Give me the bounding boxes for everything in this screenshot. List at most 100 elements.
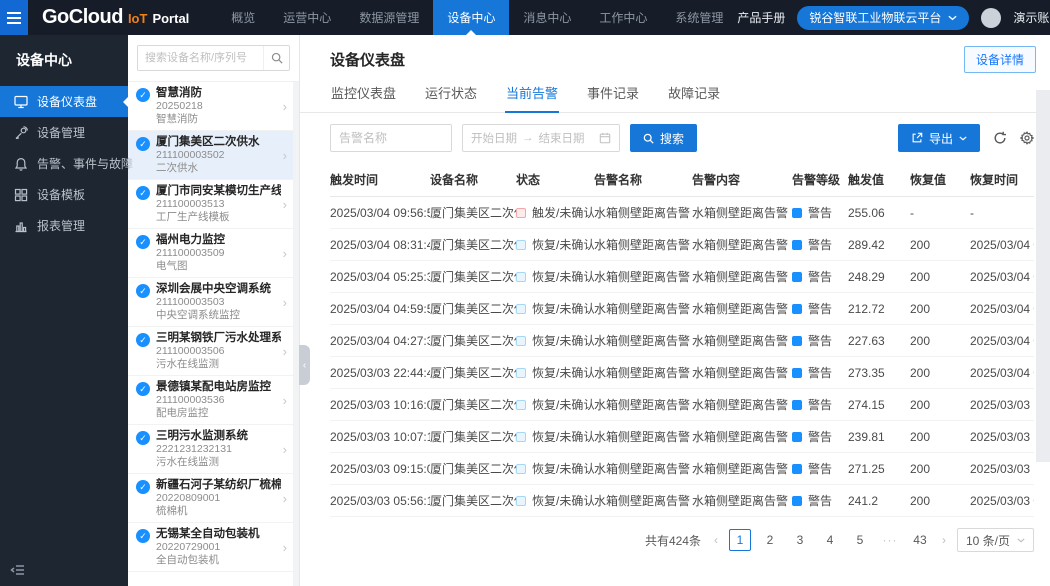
device-list-item[interactable]: ✓厦门集美区二次供水211100003502二次供水›	[128, 131, 293, 180]
level-square-icon	[792, 336, 802, 346]
device-list-item[interactable]: ✓福州电力监控211100003509电气图›	[128, 229, 293, 278]
device-info: 无锡某全自动包装机20220729001全自动包装机	[156, 527, 281, 567]
cell-alarm-level: 警告	[792, 325, 848, 357]
date-range-picker[interactable]: 开始日期 → 结束日期	[462, 124, 620, 152]
device-list-item[interactable]: ✓厦门市同安某模切生产线211100003513工厂生产线模板›	[128, 180, 293, 229]
tab-1[interactable]: 运行状态	[424, 80, 478, 113]
cell-trigger-value: 212.72	[848, 293, 910, 325]
sidebar-item-4[interactable]: 报表管理	[0, 210, 128, 241]
panel-collapse-handle[interactable]: ‹	[299, 345, 310, 385]
alarm-name-input[interactable]	[330, 124, 452, 152]
tab-2[interactable]: 当前告警	[505, 80, 559, 113]
check-circle-icon: ✓	[136, 333, 150, 347]
device-template: 配电房监控	[156, 407, 281, 420]
page-number-3[interactable]: 3	[789, 529, 811, 551]
page-size-select[interactable]: 10 条/页	[957, 528, 1034, 552]
nav-item-4[interactable]: 消息中心	[509, 0, 585, 35]
cell-trigger-time: 2025/03/04 04:27:37	[330, 325, 430, 357]
device-list-item[interactable]: ✓三明污水监测系统2221231232131污水在线监测›	[128, 425, 293, 474]
page-ellipsis[interactable]: ···	[879, 529, 901, 551]
table-row: 2025/03/03 09:15:08厦门集美区二次供水恢复/未确认水箱侧壁距离…	[330, 453, 1034, 485]
device-template: 工厂生产线模板	[156, 211, 281, 224]
nav-item-6[interactable]: 系统管理	[661, 0, 737, 35]
device-detail-button[interactable]: 设备详情	[964, 46, 1036, 73]
export-button[interactable]: 导出	[898, 124, 980, 152]
device-search-input[interactable]	[138, 46, 263, 70]
cell-alarm-level: 警告	[792, 421, 848, 453]
chevron-right-icon: ›	[281, 197, 289, 212]
cell-recover-time: 2025/03/03 10	[970, 453, 1034, 485]
cell-trigger-value: 227.63	[848, 325, 910, 357]
prev-page-button[interactable]: ‹	[711, 533, 721, 547]
status-square-icon	[516, 304, 526, 314]
sidebar-collapse-icon[interactable]	[10, 563, 26, 577]
column-header-2: 状态	[516, 163, 594, 197]
cell-trigger-time: 2025/03/03 10:07:13	[330, 421, 430, 453]
device-serial: 211100003509	[156, 247, 281, 260]
sidebar-item-1[interactable]: 设备管理	[0, 117, 128, 148]
device-list-item[interactable]: ✓新疆石河子某纺织厂梳棉机20220809001梳棉机›	[128, 474, 293, 523]
device-list-item[interactable]: ✓智慧消防20250218智慧消防›	[128, 82, 293, 131]
tab-4[interactable]: 故障记录	[667, 80, 721, 113]
navbar-right: 产品手册 锐谷智联工业物联云平台 演示账号	[737, 6, 1050, 30]
nav-item-5[interactable]: 工作中心	[585, 0, 661, 35]
page-number-2[interactable]: 2	[759, 529, 781, 551]
cell-alarm-name: 水箱侧壁距离告警	[594, 357, 692, 389]
search-button[interactable]: 搜索	[630, 124, 697, 152]
nav-item-1[interactable]: 运营中心	[269, 0, 345, 35]
level-text: 警告	[808, 462, 832, 476]
page-number-4[interactable]: 4	[819, 529, 841, 551]
cell-alarm-level: 警告	[792, 357, 848, 389]
next-page-button[interactable]: ›	[939, 533, 949, 547]
cell-device-name: 厦门集美区二次供水	[430, 485, 516, 517]
report-icon	[14, 219, 28, 233]
nav-item-0[interactable]: 概览	[217, 0, 269, 35]
level-square-icon	[792, 400, 802, 410]
device-list-item[interactable]: ✓深圳会展中央空调系统211100003503中央空调系统监控›	[128, 278, 293, 327]
sidebar-item-0[interactable]: 设备仪表盘	[0, 86, 128, 117]
product-manual-link[interactable]: 产品手册	[737, 9, 785, 26]
device-template: 污水在线监测	[156, 358, 281, 371]
page-number-1[interactable]: 1	[729, 529, 751, 551]
tab-0[interactable]: 监控仪表盘	[330, 80, 397, 113]
page-scrollbar[interactable]	[1036, 90, 1050, 462]
refresh-icon[interactable]	[993, 131, 1007, 145]
platform-selector[interactable]: 锐谷智联工业物联云平台	[797, 6, 969, 30]
cell-alarm-name: 水箱侧壁距离告警	[594, 261, 692, 293]
nav-item-3[interactable]: 设备中心	[433, 0, 509, 35]
cell-recover-value: 200	[910, 389, 970, 421]
cell-status: 恢复/未确认	[516, 389, 594, 421]
chevron-right-icon: ›	[281, 99, 289, 114]
account-name[interactable]: 演示账号	[1013, 9, 1050, 26]
device-list-item[interactable]: ✓三明某钢铁厂污水处理系统211100003506污水在线监测›	[128, 327, 293, 376]
sidebar-item-3[interactable]: 设备模板	[0, 179, 128, 210]
status-square-icon	[516, 240, 526, 250]
level-square-icon	[792, 496, 802, 506]
device-list-item[interactable]: ✓无锡某全自动包装机20220729001全自动包装机›	[128, 523, 293, 572]
device-list-scrollbar[interactable]	[293, 82, 299, 586]
status-text: 恢复/未确认	[532, 462, 594, 476]
cell-status: 恢复/未确认	[516, 325, 594, 357]
page-number-5[interactable]: 5	[849, 529, 871, 551]
device-name: 智慧消防	[156, 86, 281, 100]
sidebar-item-2[interactable]: 告警、事件与故障	[0, 148, 128, 179]
cell-status: 恢复/未确认	[516, 453, 594, 485]
device-name: 厦门市同安某模切生产线	[156, 184, 281, 198]
device-serial: 20220729001	[156, 541, 281, 554]
level-text: 警告	[808, 494, 832, 508]
user-avatar[interactable]	[981, 8, 1001, 28]
cell-alarm-content: 水箱侧壁距离告警	[692, 325, 792, 357]
gear-icon[interactable]	[1020, 131, 1034, 145]
search-icon[interactable]	[263, 46, 289, 70]
end-date-placeholder: 结束日期	[539, 130, 585, 146]
tab-3[interactable]: 事件记录	[586, 80, 640, 113]
nav-item-2[interactable]: 数据源管理	[345, 0, 433, 35]
device-list-item[interactable]: ✓景德镇某配电站房监控211100003536配电房监控›	[128, 376, 293, 425]
device-serial: 211100003506	[156, 345, 281, 358]
page-number-43[interactable]: 43	[909, 529, 931, 551]
level-square-icon	[792, 304, 802, 314]
level-square-icon	[792, 208, 802, 218]
chevron-right-icon: ›	[281, 442, 289, 457]
filter-bar: 开始日期 → 结束日期 搜索 导出	[330, 124, 1034, 152]
hamburger-menu-icon[interactable]	[0, 0, 28, 35]
